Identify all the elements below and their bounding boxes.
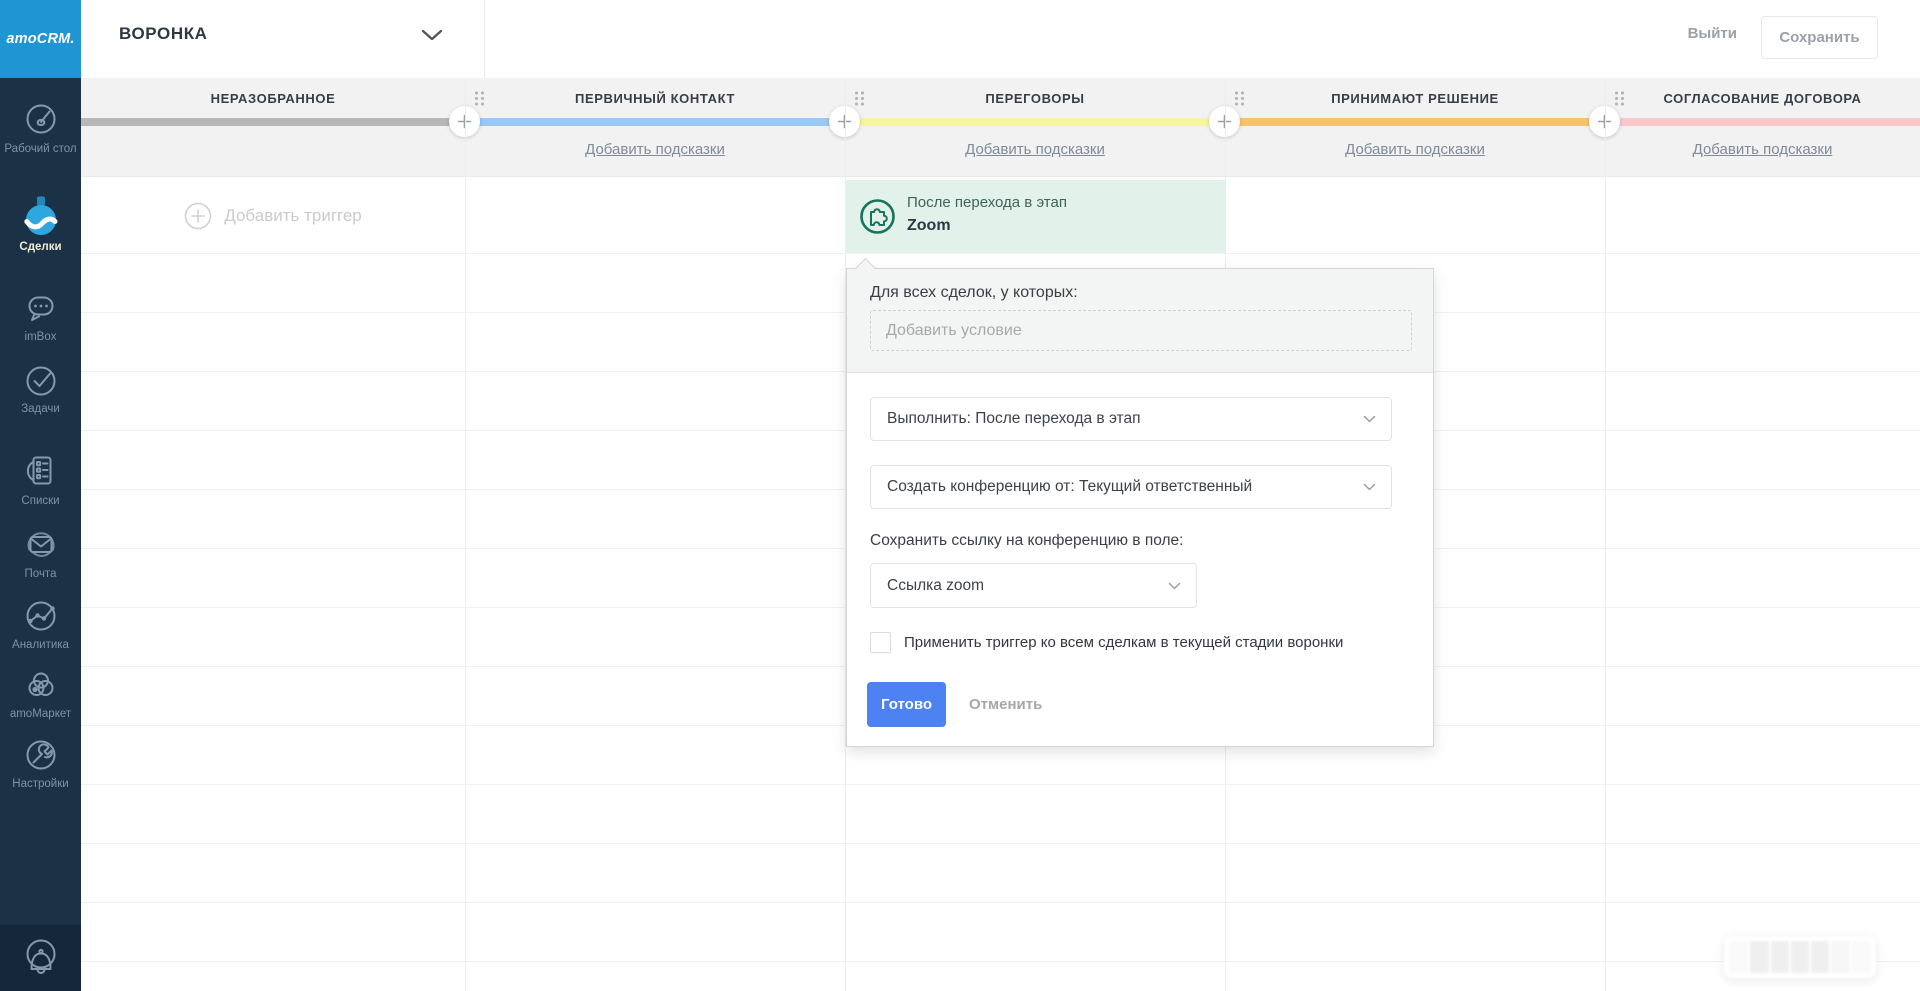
column-separator [1605, 78, 1606, 991]
zoom-control-widget[interactable] [1724, 936, 1876, 978]
header-divider [484, 0, 485, 78]
sidebar-item-mail[interactable]: Почта [0, 525, 81, 581]
sidebar-item-market[interactable]: amoМаркет [0, 665, 81, 721]
sidebar-item-dashboard[interactable]: Рабочий стол [0, 98, 81, 156]
analytics-icon [21, 596, 61, 636]
add-hints-link[interactable]: Добавить подсказки [1225, 141, 1605, 158]
logout-button[interactable]: Выйти [1688, 25, 1737, 42]
link-field-value: Ссылка zoom [871, 577, 1168, 595]
chevron-down-icon[interactable] [421, 28, 443, 46]
list-icon [21, 450, 61, 492]
column-separator [465, 78, 466, 991]
stage-bar-unsorted [81, 118, 465, 126]
stage-title-first-contact: ПЕРВИЧНЫЙ КОНТАКТ [465, 91, 845, 106]
zoom-widget-segment [1831, 941, 1849, 973]
stage-title-contract: СОГЛАСОВАНИЕ ДОГОВОРА [1605, 91, 1920, 106]
stage-bar-negotiation [845, 118, 1225, 126]
sidebar-item-label: Задачи [21, 403, 60, 416]
apply-to-all-label: Применить триггер ко всем сделкам в теку… [904, 634, 1343, 651]
amocrm-logo-text: amoCRM. [6, 31, 74, 47]
link-field-select[interactable]: Ссылка zoom [870, 563, 1197, 608]
amocrm-logo[interactable]: amoCRM. [0, 0, 81, 78]
chevron-down-icon [1168, 582, 1181, 590]
market-icon [21, 665, 61, 705]
wrench-icon [21, 735, 61, 775]
mail-icon [21, 525, 61, 565]
cancel-button[interactable]: Отменить [961, 682, 1050, 727]
trigger-name-label: Zoom [907, 217, 951, 235]
sidebar-item-settings[interactable]: Настройки [0, 735, 81, 791]
conference-owner-value: Создать конференцию от: Текущий ответств… [871, 478, 1363, 496]
add-trigger-button[interactable]: Добавить триггер [81, 193, 465, 239]
zoom-widget-segment [1771, 941, 1789, 973]
sidebar: amoCRM. Рабочий стол Сделки imBox [0, 0, 81, 991]
stage-bar-decision [1225, 118, 1605, 126]
chevron-down-icon [1363, 415, 1376, 423]
zoom-widget-segment [1730, 941, 1748, 973]
stage-header-band: НЕРАЗОБРАННОЕ ПЕРВИЧНЫЙ КОНТАКТ Добавить… [81, 78, 1920, 177]
conditions-label: Для всех сделок, у которых: [870, 284, 1078, 302]
stage-title-negotiation: ПЕРЕГОВОРЫ [845, 91, 1225, 106]
add-hints-link[interactable]: Добавить подсказки [465, 141, 845, 158]
chevron-down-icon [1363, 483, 1376, 491]
sidebar-item-label: Списки [21, 495, 59, 508]
add-trigger-label: Добавить триггер [224, 206, 362, 226]
apply-to-all-row[interactable]: Применить триггер ко всем сделкам в теку… [870, 632, 1343, 653]
sidebar-item-imbox[interactable]: imBox [0, 288, 81, 344]
execute-moment-select[interactable]: Выполнить: После перехода в этап [870, 397, 1392, 441]
add-hints-link[interactable]: Добавить подсказки [845, 141, 1225, 158]
plus-circle-icon [184, 202, 212, 230]
stage-bar-contract [1605, 118, 1920, 126]
add-condition-input[interactable] [870, 310, 1412, 351]
zoom-widget-segment [1791, 941, 1809, 973]
notifications-area[interactable] [0, 925, 81, 991]
apply-to-all-checkbox[interactable] [870, 632, 891, 653]
sidebar-item-label: Рабочий стол [4, 143, 76, 156]
chat-icon [21, 288, 61, 328]
dashboard-icon [21, 98, 61, 140]
stage-title-unsorted: НЕРАЗОБРАННОЕ [81, 91, 465, 106]
deals-icon [21, 194, 61, 238]
sidebar-item-label: amoМаркет [10, 708, 71, 721]
check-circle-icon [21, 360, 61, 400]
stage-bar-first-contact [465, 118, 845, 126]
funnel-title[interactable]: ВОРОНКА [119, 24, 208, 44]
bell-icon [17, 933, 65, 983]
sidebar-item-analytics[interactable]: Аналитика [0, 596, 81, 652]
sidebar-item-label: Аналитика [12, 639, 69, 652]
sidebar-item-lists[interactable]: Списки [0, 450, 81, 508]
sidebar-item-label: Почта [25, 568, 57, 581]
sidebar-item-label: Сделки [19, 241, 61, 254]
sidebar-item-tasks[interactable]: Задачи [0, 360, 81, 416]
sidebar-item-label: Настройки [12, 778, 68, 791]
trigger-card-zoom[interactable]: После перехода в этап Zoom [846, 180, 1226, 253]
popup-conditions-section: Для всех сделок, у которых: [847, 269, 1433, 373]
done-button[interactable]: Готово [867, 682, 946, 727]
execute-moment-value: Выполнить: После перехода в этап [871, 410, 1363, 428]
save-link-label: Сохранить ссылку на конференцию в поле: [870, 532, 1183, 550]
zoom-widget-segment [1852, 941, 1870, 973]
zoom-widget-segment [1750, 941, 1768, 973]
conference-owner-select[interactable]: Создать конференцию от: Текущий ответств… [870, 465, 1392, 509]
trigger-settings-popup: Для всех сделок, у которых: Выполнить: П… [846, 268, 1434, 747]
save-button[interactable]: Сохранить [1761, 16, 1878, 59]
sidebar-item-deals[interactable]: Сделки [0, 194, 81, 254]
integration-puzzle-icon [859, 198, 896, 235]
top-bar: ВОРОНКА Выйти Сохранить [81, 0, 1920, 78]
sidebar-item-label: imBox [25, 331, 57, 344]
trigger-event-label: После перехода в этап [907, 194, 1067, 211]
add-hints-link[interactable]: Добавить подсказки [1605, 141, 1920, 158]
stage-title-decision: ПРИНИМАЮТ РЕШЕНИЕ [1225, 91, 1605, 106]
zoom-widget-segment [1811, 941, 1829, 973]
